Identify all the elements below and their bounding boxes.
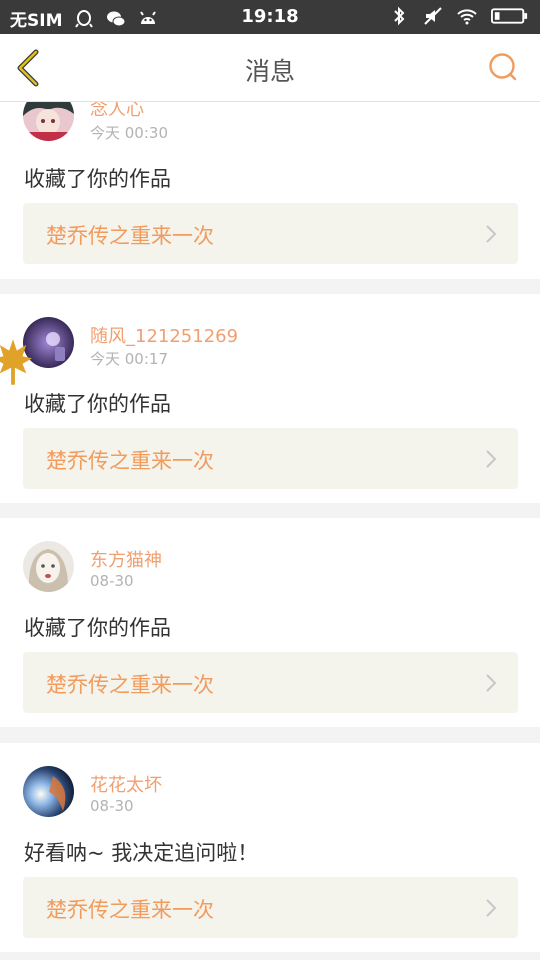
- avatar[interactable]: [23, 766, 74, 817]
- message-time: 今天 00:30: [90, 124, 168, 142]
- search-icon: [489, 53, 517, 81]
- username[interactable]: 东方猫神: [90, 546, 162, 572]
- work-title: 楚乔传之重来一次: [46, 224, 214, 248]
- message-text: 收藏了你的作品: [24, 392, 171, 416]
- work-link[interactable]: 楚乔传之重来一次: [23, 877, 518, 938]
- wifi-icon: [456, 6, 478, 26]
- work-title: 楚乔传之重来一次: [46, 449, 214, 473]
- mute-icon: [422, 6, 444, 26]
- work-link[interactable]: 楚乔传之重来一次: [23, 652, 518, 713]
- page-title: 消息: [244, 57, 295, 86]
- message-card: 东方猫神 08-30 收藏了你的作品 楚乔传之重来一次: [0, 518, 540, 727]
- status-bar: 无SIM 19:18: [0, 0, 540, 34]
- work-title: 楚乔传之重来一次: [46, 673, 214, 697]
- message-card: 随风_121251269 今天 00:17 收藏了你的作品 楚乔传之重来一次: [0, 294, 540, 503]
- chevron-right-icon: [486, 674, 497, 692]
- message-time: 08-30: [90, 797, 134, 815]
- avatar[interactable]: [23, 102, 74, 141]
- app-header: 消息: [0, 34, 540, 102]
- maple-leaf-icon: [0, 339, 32, 385]
- message-text: 收藏了你的作品: [24, 616, 171, 640]
- search-button[interactable]: [488, 52, 518, 82]
- work-link[interactable]: 楚乔传之重来一次: [23, 428, 518, 489]
- chevron-right-icon: [486, 899, 497, 917]
- message-text: 好看呐~ 我决定追问啦！: [24, 841, 259, 865]
- bluetooth-icon: [388, 6, 410, 26]
- avatar[interactable]: [23, 541, 74, 592]
- work-title: 楚乔传之重来一次: [46, 898, 214, 922]
- message-card: 花花太坏 08-30 好看呐~ 我决定追问啦！ 楚乔传之重来一次: [0, 743, 540, 952]
- chevron-right-icon: [486, 450, 497, 468]
- username[interactable]: 花花太坏: [90, 771, 162, 797]
- message-time: 今天 00:17: [90, 350, 168, 368]
- message-card: 念人心 今天 00:30 收藏了你的作品 楚乔传之重来一次: [0, 102, 540, 279]
- message-text: 收藏了你的作品: [24, 167, 171, 191]
- message-time: 08-30: [90, 572, 134, 590]
- username[interactable]: 念人心: [90, 102, 144, 121]
- username[interactable]: 随风_121251269: [90, 322, 238, 348]
- message-list[interactable]: 念人心 今天 00:30 收藏了你的作品 楚乔传之重来一次 随风_1212512…: [0, 102, 540, 960]
- chevron-right-icon: [486, 225, 497, 243]
- battery-icon: [490, 6, 530, 26]
- work-link[interactable]: 楚乔传之重来一次: [23, 203, 518, 264]
